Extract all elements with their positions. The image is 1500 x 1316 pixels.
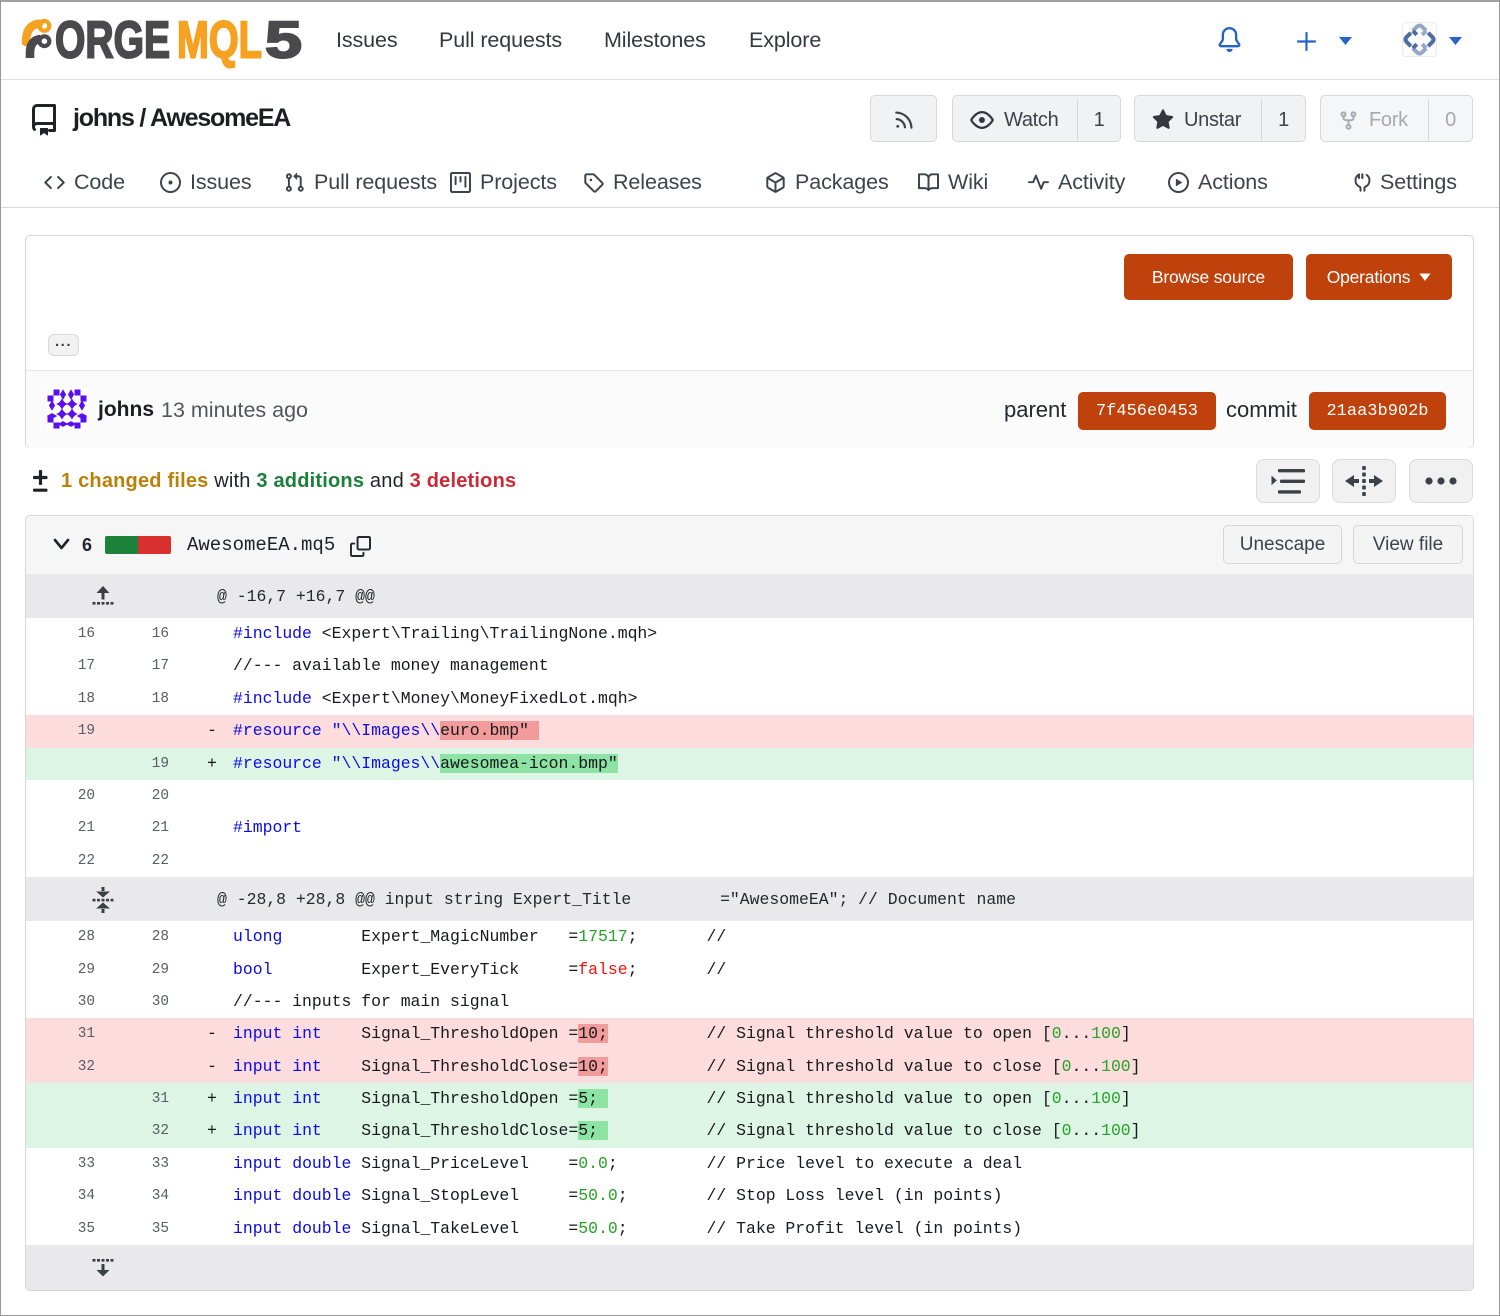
svg-text:5: 5 (265, 14, 302, 70)
svg-text:ORGE: ORGE (55, 14, 170, 70)
svg-text:MQL: MQL (177, 14, 262, 70)
